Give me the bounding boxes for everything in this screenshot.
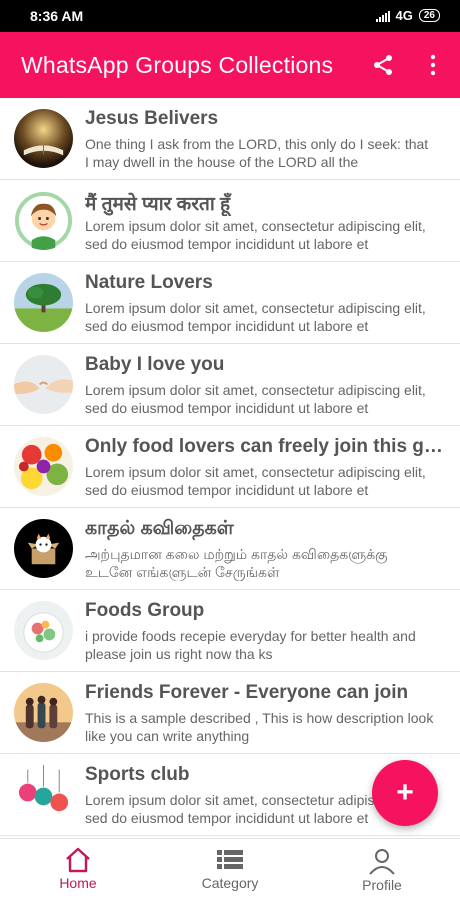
group-description: This is a sample described , This is how… [85,710,434,744]
group-avatar-tree [14,273,73,332]
group-description: Lorem ipsum dolor sit amet, consectetur … [85,300,426,334]
bottom-navigation: Home Category Profile [0,838,460,900]
group-avatar-boy [14,191,73,250]
nav-category-label: Category [201,875,259,891]
list-icon [217,850,243,869]
list-item[interactable]: मैं तुमसे प्यार करता हूँ Lorem ipsum dol… [0,180,460,262]
list-item[interactable]: Only food lovers can freely join this gr… [0,426,460,508]
group-description: Lorem ipsum dolor sit amet, consectetur … [85,382,426,416]
nav-home[interactable]: Home [18,847,138,891]
list-item[interactable]: Friends Forever - Everyone can join This… [0,672,460,754]
battery-icon: 26 [418,9,440,22]
group-list: Jesus Belivers One thing I ask from the … [0,98,460,838]
group-avatar-new-balloons [14,765,73,824]
group-title: Foods Group [85,600,205,621]
group-description: Lorem ipsum dolor sit amet, consectetur … [85,464,426,498]
nav-profile-label: Profile [362,877,402,893]
group-title: Friends Forever - Everyone can join [85,682,409,703]
group-title: Baby I love you [85,354,225,375]
app-bar: WhatsApp Groups Collections [0,32,460,98]
add-group-button[interactable]: + [372,760,438,826]
group-avatar-hands [14,355,73,414]
list-item[interactable]: Foods Group i provide foods recepie ever… [0,590,460,672]
list-item[interactable]: Baby I love you Lorem ipsum dolor sit am… [0,344,460,426]
person-icon [369,849,395,875]
group-avatar-cat [14,519,73,578]
group-title: காதல் கவிதைகள் [85,518,234,539]
add-icon: + [396,776,414,809]
group-description: அற்புதமான கலை மற்றும் காதல் கவிதைகளுக்கு… [85,546,388,580]
group-title: Jesus Belivers [85,108,219,129]
group-title: Only food lovers can freely join this gr… [85,436,445,457]
nav-profile[interactable]: Profile [322,847,442,893]
group-description: Lorem ipsum dolor sit amet, consectetur … [85,218,426,252]
group-avatar-salad [14,601,73,660]
group-avatar-fruits [14,437,73,496]
group-description: One thing I ask from the LORD, this only… [85,136,429,170]
status-time: 8:36 AM [30,8,84,24]
status-indicators: 4G 26 [375,8,440,23]
group-avatar-friends [14,683,73,742]
nav-category[interactable]: Category [170,847,290,891]
list-item[interactable]: Nature Lovers Lorem ipsum dolor sit amet… [0,262,460,344]
status-bar: 8:36 AM 4G 26 [0,0,460,32]
group-title: मैं तुमसे प्यार करता हूँ [85,194,231,215]
group-description: i provide foods recepie everyday for bet… [85,628,416,662]
nav-home-label: Home [59,875,97,891]
home-icon [66,847,90,873]
app-title: WhatsApp Groups Collections [21,52,334,78]
battery-level: 26 [423,10,435,21]
list-item[interactable]: Jesus Belivers One thing I ask from the … [0,98,460,180]
network-type: 4G [395,8,413,23]
signal-icon [375,10,390,22]
group-title: Nature Lovers [85,272,213,293]
share-icon[interactable] [371,53,395,77]
more-vert-icon[interactable] [421,53,445,77]
list-item[interactable]: காதல் கவிதைகள் அற்புதமான கலை மற்றும் காத… [0,508,460,590]
group-avatar-bible [14,109,73,168]
